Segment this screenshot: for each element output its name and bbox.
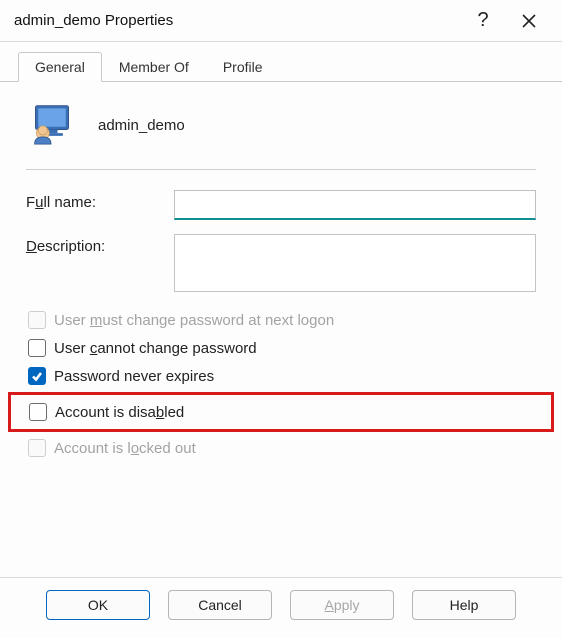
password-never-expires-label: Password never expires xyxy=(54,368,214,385)
cancel-button[interactable]: Cancel xyxy=(168,590,272,620)
user-monitor-icon xyxy=(30,102,74,149)
account-disabled-row[interactable]: Account is disabled xyxy=(27,398,535,426)
description-label: Description: xyxy=(26,234,174,255)
tab-content: admin_demo Full name: Description: User … xyxy=(0,82,562,577)
checkmark-icon xyxy=(31,370,43,382)
properties-dialog: admin_demo Properties ? General Member O… xyxy=(0,0,562,638)
must-change-password-label: User must change password at next logon xyxy=(54,312,334,329)
account-locked-checkbox xyxy=(28,439,46,457)
description-row: Description: xyxy=(26,234,536,292)
dialog-button-bar: OK Cancel Apply Help xyxy=(0,577,562,638)
divider xyxy=(26,169,536,170)
highlight-annotation: Account is disabled xyxy=(8,392,554,432)
description-input[interactable] xyxy=(174,234,536,292)
ok-button[interactable]: OK xyxy=(46,590,150,620)
window-title: admin_demo Properties xyxy=(14,12,460,29)
password-never-expires-row[interactable]: Password never expires xyxy=(26,362,536,390)
must-change-password-checkbox xyxy=(28,311,46,329)
account-disabled-label: Account is disabled xyxy=(55,404,184,421)
help-button-bottom[interactable]: Help xyxy=(412,590,516,620)
close-icon xyxy=(522,14,536,28)
account-username: admin_demo xyxy=(98,117,185,134)
account-locked-label: Account is locked out xyxy=(54,440,196,457)
account-header: admin_demo xyxy=(26,98,536,167)
cannot-change-password-label: User cannot change password xyxy=(54,340,257,357)
account-disabled-checkbox[interactable] xyxy=(29,403,47,421)
titlebar: admin_demo Properties ? xyxy=(0,0,562,42)
cannot-change-password-checkbox[interactable] xyxy=(28,339,46,357)
apply-button: Apply xyxy=(290,590,394,620)
full-name-input[interactable] xyxy=(174,190,536,220)
tab-general[interactable]: General xyxy=(18,52,102,82)
full-name-row: Full name: xyxy=(26,190,536,220)
tab-member-of[interactable]: Member Of xyxy=(102,52,206,81)
help-button[interactable]: ? xyxy=(460,0,506,42)
full-name-label: Full name: xyxy=(26,190,174,211)
tab-profile[interactable]: Profile xyxy=(206,52,280,81)
must-change-password-row: User must change password at next logon xyxy=(26,306,536,334)
account-locked-row: Account is locked out xyxy=(26,434,536,462)
cannot-change-password-row[interactable]: User cannot change password xyxy=(26,334,536,362)
tab-bar: General Member Of Profile xyxy=(0,42,562,82)
password-never-expires-checkbox[interactable] xyxy=(28,367,46,385)
checkbox-group: User must change password at next logon … xyxy=(26,306,536,462)
close-button[interactable] xyxy=(506,0,552,42)
